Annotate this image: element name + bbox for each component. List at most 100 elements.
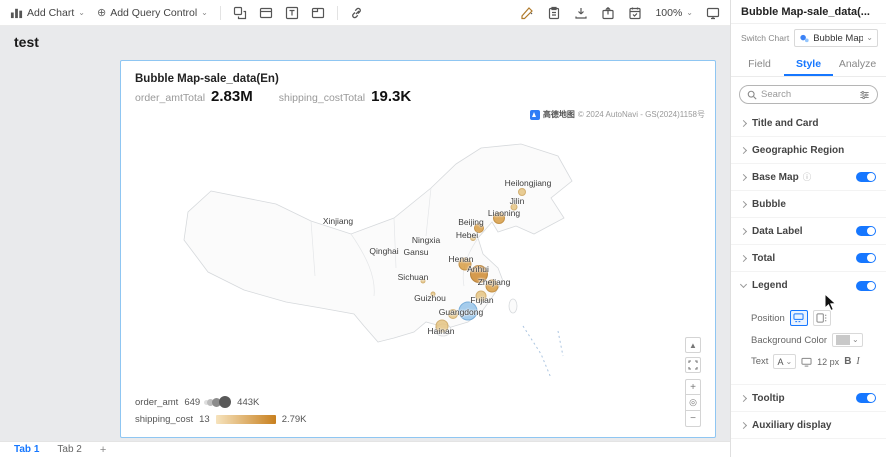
add-tab-button[interactable]: + [100, 444, 106, 456]
section-label: Data Label [752, 225, 803, 237]
tab-field[interactable]: Field [735, 52, 784, 76]
base-map-toggle[interactable] [856, 172, 876, 182]
section-label: Tooltip [752, 392, 785, 404]
chevron-right-icon [739, 421, 748, 429]
tab-style[interactable]: Style [784, 52, 833, 76]
section-total[interactable]: Total [731, 245, 886, 272]
schedule-icon[interactable] [628, 6, 642, 20]
section-auxiliary-display[interactable]: Auxiliary display [731, 412, 886, 439]
locate-button[interactable]: ◎ [685, 395, 701, 411]
add-query-control-button[interactable]: ⊕ Add Query Control ⌄ [96, 6, 208, 20]
search-box[interactable] [739, 85, 878, 104]
toolbar-separator [336, 5, 338, 20]
link-icon[interactable] [350, 6, 364, 20]
section-legend[interactable]: Legend [731, 272, 886, 299]
section-label: Base Map [752, 171, 799, 183]
section-data-label[interactable]: Data Label [731, 218, 886, 245]
dashboard-canvas[interactable]: test Bubble Map-sale_data(En) order_amtT… [0, 26, 730, 441]
presentation-icon[interactable] [706, 6, 720, 20]
map-province-label: Liaoning [487, 208, 521, 218]
font-size-value[interactable]: 12 px [817, 357, 839, 367]
swap-widget-icon[interactable] [233, 6, 247, 20]
legend-position-bottom-button[interactable] [789, 310, 808, 326]
text-widget-icon[interactable] [285, 6, 299, 20]
total-shipping-cost: shipping_costTotal 19.3K [279, 88, 411, 105]
page-tab-bar: Tab 1 Tab 2 + [0, 441, 730, 457]
toolbar-separator [219, 5, 221, 20]
section-tooltip[interactable]: Tooltip [731, 385, 886, 412]
chevron-down-icon [739, 280, 748, 289]
chevron-down-icon: ⌄ [866, 33, 873, 42]
font-color-dropdown[interactable]: A ⌄ [773, 354, 797, 369]
tab-analyze[interactable]: Analyze [833, 52, 882, 76]
export-icon[interactable] [601, 6, 615, 20]
switch-chart-label: Switch Chart [741, 33, 790, 43]
china-map[interactable]: Xinjiang Qinghai Gansu Ningxia Sichuan Guizho… [123, 116, 708, 401]
chevron-right-icon [739, 146, 748, 154]
switch-chart-row: Switch Chart Bubble Map ⌄ [731, 24, 886, 52]
total-toggle[interactable] [856, 253, 876, 263]
display-icon[interactable] [801, 357, 812, 367]
legend-position-row: Position [751, 310, 878, 326]
map-province-label: Sichuan [397, 272, 429, 282]
map-province-label: Guizhou [414, 293, 446, 303]
zoom-out-button[interactable]: − [685, 411, 701, 427]
text-label: Text [751, 356, 769, 367]
chevron-down-icon: ⌄ [852, 335, 859, 344]
map-province-label: Henan [448, 254, 474, 264]
zoom-select[interactable]: 100% ⌄ [655, 7, 693, 19]
section-title-and-card[interactable]: Title and Card [731, 110, 886, 137]
bold-button[interactable]: B [844, 356, 851, 367]
bubble-map-card[interactable]: Bubble Map-sale_data(En) order_amtTotal … [120, 60, 716, 438]
font-letter: A [777, 356, 784, 367]
chevron-right-icon [739, 173, 748, 181]
chart-legend: order_amt 649 443K shipping_cost 13 2.79… [135, 390, 307, 425]
magic-pen-icon[interactable] [520, 6, 534, 20]
size-circles [204, 396, 232, 408]
map-province-label: Anhui [467, 264, 489, 274]
map-province-label: Jilin [509, 196, 525, 206]
chart-type-value: Bubble Map [813, 32, 864, 44]
section-base-map[interactable]: Base Map ⓘ [731, 164, 886, 191]
zoom-in-button[interactable]: + [685, 379, 701, 395]
tab-2[interactable]: Tab 2 [57, 444, 81, 455]
italic-button[interactable]: I [856, 356, 859, 367]
total-value: 2.83M [211, 88, 253, 105]
add-chart-label: Add Chart [27, 6, 75, 19]
chevron-right-icon [739, 119, 748, 127]
map-bubble[interactable] [518, 188, 526, 196]
legend-position-side-button[interactable] [812, 310, 831, 326]
chart-type-dropdown[interactable]: Bubble Map ⌄ [794, 29, 878, 47]
tooltip-toggle[interactable] [856, 393, 876, 403]
filter-sliders-icon [860, 90, 869, 99]
total-order-amt: order_amtTotal 2.83M [135, 88, 253, 105]
map-controls: ▲ + ◎ − [685, 337, 701, 427]
card-title: Bubble Map-sale_data(En) [135, 73, 279, 85]
legend-order-amt: order_amt 649 443K [135, 396, 307, 408]
background-color-picker[interactable]: ⌄ [832, 333, 863, 347]
map-province-label: Ningxia [411, 235, 441, 245]
search-input[interactable] [761, 89, 855, 100]
section-geographic-region[interactable]: Geographic Region [731, 137, 886, 164]
legend-toggle[interactable] [856, 280, 876, 291]
container-widget-icon[interactable] [259, 6, 273, 20]
chevron-down-icon: ⌄ [78, 7, 85, 17]
legend-max: 443K [237, 396, 260, 408]
gradient-bar [215, 415, 276, 424]
map-fit-button[interactable] [685, 357, 701, 373]
tab-1[interactable]: Tab 1 [14, 444, 39, 455]
chevron-right-icon [739, 200, 748, 208]
legend-background-row: Background Color ⌄ [751, 333, 878, 347]
clipboard-icon[interactable] [547, 6, 561, 20]
color-swatch [836, 335, 851, 345]
section-bubble[interactable]: Bubble [731, 191, 886, 218]
plus-circle-icon: ⊕ [96, 7, 107, 19]
download-icon[interactable] [574, 6, 588, 20]
add-chart-button[interactable]: Add Chart ⌄ [10, 6, 85, 19]
legend-series-label: order_amt [135, 396, 179, 408]
data-label-toggle[interactable] [856, 226, 876, 236]
tab-widget-icon[interactable] [311, 6, 325, 20]
map-province-label: Gansu [403, 247, 429, 257]
chevron-down-icon: ⌄ [201, 7, 208, 17]
map-compass-button[interactable]: ▲ [685, 337, 701, 353]
